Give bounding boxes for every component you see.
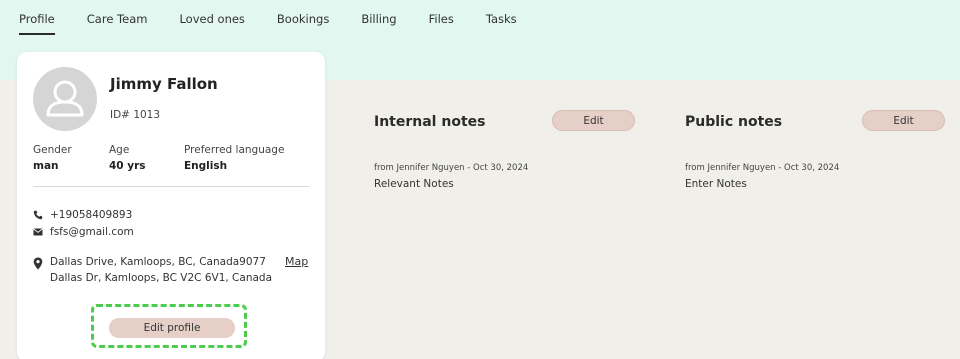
internal-notes-body: Relevant Notes xyxy=(374,178,454,190)
email-row: fsfs@gmail.com xyxy=(33,226,134,238)
public-notes-body: Enter Notes xyxy=(685,178,747,190)
gender-value: man xyxy=(33,160,59,172)
gender-label: Gender xyxy=(33,144,72,156)
language-field: Preferred language English xyxy=(184,144,284,172)
public-notes-title: Public notes xyxy=(685,114,783,130)
profile-id: ID# 1013 xyxy=(110,109,161,121)
address-line-1: Dallas Drive, Kamloops, BC, Canada9077 xyxy=(50,256,266,268)
address-row: Dallas Drive, Kamloops, BC, Canada9077 D… xyxy=(33,254,272,286)
phone-value: +19058409893 xyxy=(50,209,133,221)
avatar xyxy=(33,67,97,131)
address-line-2: Dallas Dr, Kamloops, BC V2C 6V1, Canada xyxy=(50,272,273,284)
map-link[interactable]: Map xyxy=(285,255,308,268)
tab-billing[interactable]: Billing xyxy=(361,0,396,40)
location-pin-icon xyxy=(33,255,45,286)
language-value: English xyxy=(184,160,228,172)
edit-profile-button[interactable]: Edit profile xyxy=(109,318,235,338)
age-value: 40 yrs xyxy=(109,160,146,172)
internal-notes-edit-button[interactable]: Edit xyxy=(552,110,635,131)
edit-profile-highlight: Edit profile xyxy=(91,304,247,348)
internal-notes-title: Internal notes xyxy=(374,114,486,130)
phone-row: +19058409893 xyxy=(33,209,132,221)
public-notes-author: from Jennifer Nguyen - Oct 30, 2024 xyxy=(685,163,840,173)
internal-notes-author: from Jennifer Nguyen - Oct 30, 2024 xyxy=(374,163,529,173)
tab-loved-ones[interactable]: Loved ones xyxy=(179,0,244,40)
age-label: Age xyxy=(109,144,130,156)
user-silhouette-icon xyxy=(46,80,84,117)
profile-card: Jimmy Fallon ID# 1013 Gender man Age 40 … xyxy=(17,52,325,359)
public-notes-edit-button[interactable]: Edit xyxy=(862,110,945,131)
tab-files[interactable]: Files xyxy=(429,0,454,40)
mail-icon xyxy=(33,228,45,236)
tab-bookings[interactable]: Bookings xyxy=(277,0,329,40)
phone-icon xyxy=(33,210,45,220)
tab-profile[interactable]: Profile xyxy=(19,0,55,40)
divider xyxy=(33,186,309,187)
email-value: fsfs@gmail.com xyxy=(50,226,134,238)
language-label: Preferred language xyxy=(184,144,285,156)
tab-tasks[interactable]: Tasks xyxy=(486,0,517,40)
age-field: Age 40 yrs xyxy=(109,144,146,172)
tab-care-team[interactable]: Care Team xyxy=(87,0,148,40)
tab-bar: Profile Care Team Loved ones Bookings Bi… xyxy=(0,0,960,40)
profile-name: Jimmy Fallon xyxy=(110,75,218,93)
gender-field: Gender man xyxy=(33,144,72,172)
